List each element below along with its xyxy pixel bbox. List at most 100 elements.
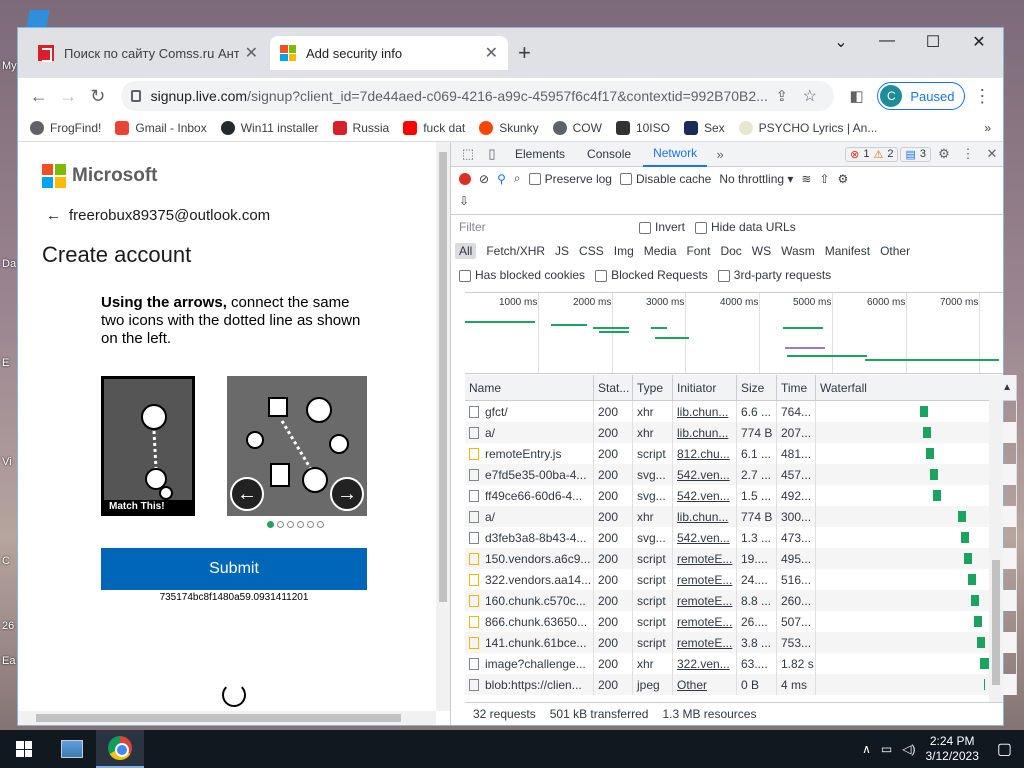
- taskbar-chrome[interactable]: [96, 730, 144, 768]
- cell-initiator[interactable]: 542.ven...: [673, 464, 737, 485]
- type-filter-img[interactable]: Img: [614, 244, 634, 258]
- menu-icon[interactable]: ⋮: [969, 82, 995, 110]
- type-filter-media[interactable]: Media: [644, 244, 677, 258]
- table-row[interactable]: 866.chunk.63650... 200 script remoteE... 26.…: [465, 611, 1017, 632]
- initiator-link[interactable]: remoteE...: [677, 594, 732, 608]
- initiator-link[interactable]: 542.ven...: [677, 489, 730, 503]
- clock[interactable]: 2:24 PM 3/12/2023: [925, 734, 978, 764]
- cell-initiator[interactable]: remoteE...: [673, 569, 737, 590]
- blocked-cookies-checkbox[interactable]: Has blocked cookies: [459, 268, 585, 282]
- network-overview[interactable]: 1000 ms 2000 ms 3000 ms 4000 ms 5000 ms …: [465, 292, 1003, 374]
- notification-icon[interactable]: ▢: [997, 739, 1012, 759]
- table-row[interactable]: 150.vendors.a6c9... 200 script remoteE... 19…: [465, 548, 1017, 569]
- kebab-icon[interactable]: ⋮: [957, 143, 979, 165]
- third-party-checkbox[interactable]: 3rd-party requests: [717, 268, 831, 282]
- tab-search-button[interactable]: ⌄: [818, 32, 864, 52]
- type-filter-other[interactable]: Other: [880, 244, 910, 258]
- close-icon[interactable]: ✕: [245, 43, 258, 63]
- table-row[interactable]: 322.vendors.aa14... 200 script remoteE... 24…: [465, 569, 1017, 590]
- initiator-link[interactable]: 542.ven...: [677, 468, 730, 482]
- requests-scrollbar[interactable]: [989, 400, 1003, 702]
- blocked-requests-checkbox[interactable]: Blocked Requests: [595, 268, 708, 282]
- back-button[interactable]: ←: [26, 82, 52, 110]
- cell-initiator[interactable]: remoteE...: [673, 548, 737, 569]
- desktop-folder-icon[interactable]: [26, 10, 50, 28]
- initiator-link[interactable]: remoteE...: [677, 636, 732, 650]
- messages-badge[interactable]: ▤ 3: [900, 146, 931, 162]
- profile-button[interactable]: C Paused: [877, 82, 966, 110]
- share-icon[interactable]: ⇪: [768, 82, 796, 110]
- more-tabs-icon[interactable]: »: [709, 143, 731, 165]
- close-icon[interactable]: ✕: [981, 143, 1003, 165]
- cell-initiator[interactable]: 322.ven...: [673, 653, 737, 674]
- arrow-right-button[interactable]: →: [330, 477, 364, 511]
- cell-initiator[interactable]: remoteE...: [673, 611, 737, 632]
- reload-button[interactable]: ↻: [85, 82, 111, 110]
- type-filter-js[interactable]: JS: [555, 244, 569, 258]
- initiator-link[interactable]: remoteE...: [677, 552, 732, 566]
- search-icon[interactable]: ⌕: [514, 171, 521, 186]
- issues-badge[interactable]: ⊗ 1 ⚠ 2: [845, 146, 899, 162]
- record-icon[interactable]: [459, 172, 471, 185]
- initiator-link[interactable]: 812.chu...: [677, 447, 730, 461]
- column-initiator[interactable]: Initiator: [673, 375, 737, 400]
- gear-icon[interactable]: ⚙: [838, 172, 849, 186]
- table-row[interactable]: d3feb3a8-8b43-4... 200 svg... 542.ven... 1.3…: [465, 527, 1017, 548]
- table-row[interactable]: remoteEntry.js 200 script 812.chu... 6.1 ...…: [465, 443, 1017, 464]
- cell-initiator[interactable]: remoteE...: [673, 590, 737, 611]
- gear-icon[interactable]: ⚙: [933, 143, 955, 165]
- bookmark-frogfind[interactable]: FrogFind!: [30, 120, 101, 135]
- device-toggle-icon[interactable]: ▯: [481, 143, 503, 165]
- initiator-link[interactable]: lib.chun...: [677, 510, 728, 524]
- initiator-link[interactable]: 322.ven...: [677, 657, 730, 671]
- tab-console[interactable]: Console: [577, 142, 641, 167]
- scrollbar-thumb[interactable]: [439, 152, 447, 602]
- clear-icon[interactable]: ⊘: [479, 172, 489, 186]
- cell-name[interactable]: e7fd5e35-00ba-4...: [465, 464, 594, 485]
- cell-name[interactable]: 322.vendors.aa14...: [465, 569, 594, 590]
- scrollbar-thumb[interactable]: [992, 560, 1000, 685]
- table-row[interactable]: ff49ce66-60d6-4... 200 svg... 542.ven... 1.5…: [465, 485, 1017, 506]
- network-icon[interactable]: ▭: [881, 742, 892, 756]
- table-row[interactable]: e7fd5e35-00ba-4... 200 svg... 542.ven... 2.7…: [465, 464, 1017, 485]
- bookmark-russia[interactable]: Russia: [332, 120, 389, 135]
- cell-name[interactable]: 160.chunk.c570c...: [465, 590, 594, 611]
- table-row[interactable]: a/200 xhr lib.chun... 774 B 300...: [465, 506, 1017, 527]
- table-row[interactable]: image?challenge... 200 xhr 322.ven... 63....…: [465, 653, 1017, 674]
- column-name[interactable]: Name: [465, 375, 594, 400]
- type-filter-font[interactable]: Font: [686, 244, 710, 258]
- scrollbar-thumb[interactable]: [36, 714, 401, 722]
- cell-name[interactable]: 866.chunk.63650...: [465, 611, 594, 632]
- hide-data-urls-checkbox[interactable]: Hide data URLs: [695, 220, 796, 234]
- table-row[interactable]: 160.chunk.c570c... 200 script remoteE... 8.8…: [465, 590, 1017, 611]
- bookmark-psycho[interactable]: PSYCHO Lyrics | An...: [738, 120, 877, 135]
- bookmark-star-icon[interactable]: ☆: [796, 82, 824, 110]
- back-to-email[interactable]: ← freerobux89375@outlook.com: [46, 207, 270, 224]
- tab-add-security-info[interactable]: Add security info ✕: [270, 36, 508, 70]
- column-time[interactable]: Time: [777, 375, 816, 400]
- cell-name[interactable]: a/: [465, 506, 594, 527]
- cell-initiator[interactable]: 542.ven...: [673, 485, 737, 506]
- type-filter-css[interactable]: CSS: [579, 244, 604, 258]
- chevron-up-icon[interactable]: ∧: [862, 742, 871, 756]
- bookmarks-overflow-icon[interactable]: »: [984, 121, 991, 135]
- bookmark-cow[interactable]: COW: [552, 120, 602, 135]
- type-filter-ws[interactable]: WS: [752, 244, 771, 258]
- cell-initiator[interactable]: lib.chun...: [673, 401, 737, 422]
- cell-initiator[interactable]: lib.chun...: [673, 422, 737, 443]
- initiator-link[interactable]: lib.chun...: [677, 405, 728, 419]
- maximize-button[interactable]: ☐: [910, 32, 956, 52]
- cell-name[interactable]: gfct/: [465, 401, 594, 422]
- tab-network[interactable]: Network: [643, 142, 708, 167]
- type-filter-all[interactable]: All: [455, 243, 477, 259]
- wifi-icon[interactable]: ≋: [801, 172, 811, 186]
- cell-name[interactable]: remoteEntry.js: [465, 443, 594, 464]
- minimize-button[interactable]: —: [864, 32, 910, 50]
- filter-input[interactable]: Filter: [459, 220, 629, 234]
- preserve-log-checkbox[interactable]: Preserve log: [528, 172, 612, 186]
- page-scrollbar[interactable]: [436, 142, 450, 711]
- tab-comss[interactable]: Поиск по сайту Comss.ru Антив ✕: [28, 36, 268, 70]
- close-window-button[interactable]: ✕: [956, 32, 1002, 52]
- lock-icon[interactable]: [130, 90, 141, 102]
- table-row[interactable]: a/200 xhr lib.chun... 774 B 207...: [465, 422, 1017, 443]
